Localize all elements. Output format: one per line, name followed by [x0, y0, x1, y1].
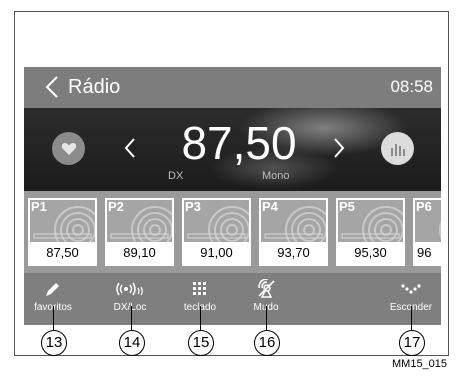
callout-leader — [200, 306, 201, 330]
preset-label: P3 — [185, 199, 201, 214]
page-title: Rádio — [68, 76, 121, 98]
callout-16: 16 — [254, 330, 280, 356]
back-button[interactable] — [40, 73, 64, 101]
clock: 08:58 — [390, 77, 433, 96]
preset-label: P4 — [262, 199, 278, 214]
mute-icon — [258, 279, 275, 298]
callout-17: 17 — [399, 330, 425, 356]
equalizer-button[interactable] — [381, 132, 414, 165]
keypad-icon — [193, 282, 206, 295]
preset-p3[interactable]: P3 91,00 — [181, 197, 252, 267]
radio-screen: Rádio 08:58 87,50 DX Mono P1 87,50 P2 89… — [24, 67, 441, 325]
callout-15: 15 — [188, 330, 214, 356]
seek-down-button[interactable] — [120, 132, 140, 164]
dxloc-label: DX/Loc — [113, 302, 147, 313]
preset-p1[interactable]: P1 87,50 — [27, 197, 98, 267]
audio-mode-label: Mono — [262, 170, 290, 182]
equalizer-icon — [390, 143, 405, 156]
callout-leader — [131, 306, 132, 330]
pencil-icon — [46, 283, 59, 296]
preset-label: P1 — [31, 199, 47, 214]
dxloc-button[interactable]: DX/Loc — [108, 277, 152, 321]
preset-p2[interactable]: P2 89,10 — [104, 197, 175, 267]
preset-frequency: 87,50 — [46, 245, 79, 260]
preset-strip: P1 87,50 P2 89,10 P3 91,00 P4 93,70 P5 9… — [24, 191, 441, 273]
band-mode-label: DX — [168, 170, 184, 182]
callout-leader — [53, 306, 54, 330]
favorite-button[interactable] — [52, 132, 85, 165]
preset-label: P2 — [108, 199, 124, 214]
figure-reference: MM15_015 — [392, 358, 448, 370]
seek-up-button[interactable] — [329, 132, 349, 164]
preset-frequency: 96 — [417, 245, 432, 260]
callout-leader — [266, 306, 267, 330]
tuner-panel: 87,50 DX Mono — [24, 108, 441, 191]
preset-frequency: 93,70 — [277, 245, 310, 260]
bottom-toolbar: favoritos DX/Loc — [24, 273, 441, 325]
antenna-signal-icon — [116, 282, 143, 296]
callout-14: 14 — [119, 330, 145, 356]
title-bar: Rádio 08:58 — [24, 67, 441, 108]
chevron-left-icon — [124, 138, 135, 158]
callout-13: 13 — [41, 330, 67, 356]
chevron-right-icon — [334, 138, 345, 158]
heart-icon — [61, 142, 76, 155]
dots-down-icon — [401, 284, 421, 294]
preset-frequency: 89,10 — [123, 245, 156, 260]
preset-label: P5 — [339, 199, 355, 214]
preset-frequency: 91,00 — [200, 245, 233, 260]
preset-p6[interactable]: P6 96 — [412, 197, 441, 267]
preset-p5[interactable]: P5 95,30 — [335, 197, 406, 267]
callout-leader — [411, 306, 412, 330]
preset-label: P6 — [416, 199, 432, 214]
preset-p4[interactable]: P4 93,70 — [258, 197, 329, 267]
current-frequency: 87,50 — [181, 117, 297, 169]
chevron-left-icon — [45, 76, 58, 98]
preset-frequency: 95,30 — [354, 245, 387, 260]
